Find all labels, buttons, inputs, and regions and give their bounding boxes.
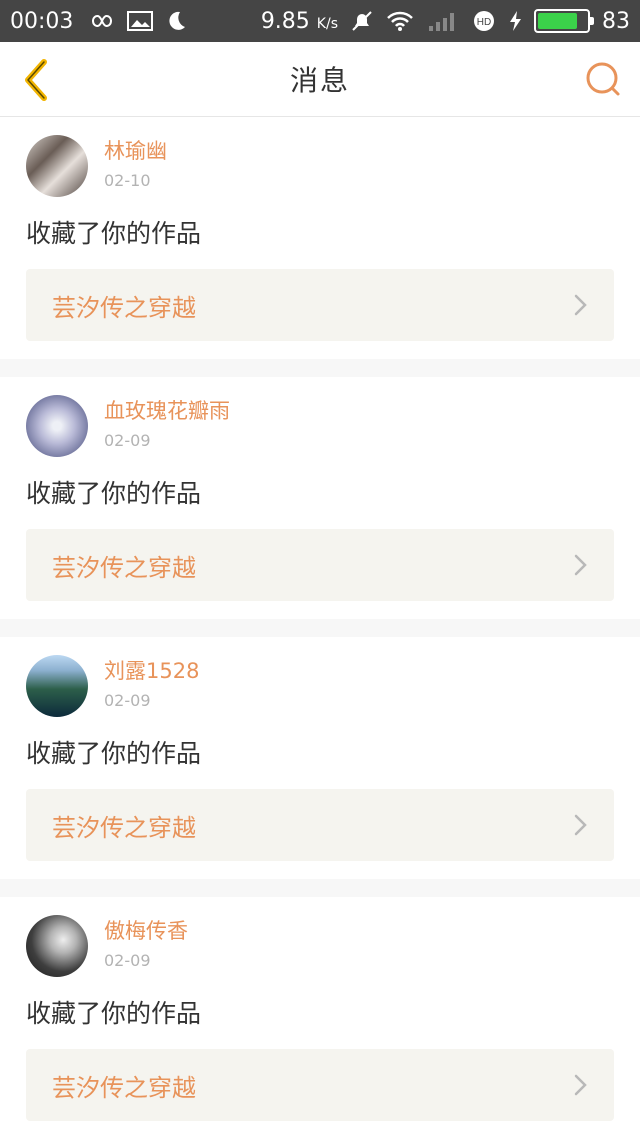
work-title: 芸汐传之穿越 xyxy=(52,1073,196,1102)
search-button[interactable] xyxy=(584,60,624,100)
message-header: 刘露1528 02-09 xyxy=(26,655,614,717)
message-date: 02-09 xyxy=(104,431,151,450)
message-date: 02-10 xyxy=(104,171,151,190)
avatar[interactable] xyxy=(26,655,88,717)
action-text: 收藏了你的作品 xyxy=(26,999,202,1028)
divider xyxy=(0,359,640,377)
battery-level: 83 xyxy=(602,8,630,34)
chevron-left-icon xyxy=(25,59,47,101)
divider xyxy=(0,879,640,897)
avatar[interactable] xyxy=(26,915,88,977)
user-meta: 血玫瑰花瓣雨 02-09 xyxy=(104,397,230,455)
battery-icon xyxy=(534,9,594,33)
signal-icon xyxy=(426,10,460,32)
message-header: 林瑜幽 02-10 xyxy=(26,135,614,197)
chevron-right-icon xyxy=(574,814,587,836)
avatar[interactable] xyxy=(26,135,88,197)
message-item: 血玫瑰花瓣雨 02-09 收藏了你的作品 芸汐传之穿越 xyxy=(0,377,640,619)
message-header: 血玫瑰花瓣雨 02-09 xyxy=(26,395,614,457)
back-button[interactable] xyxy=(18,58,58,102)
action-text: 收藏了你的作品 xyxy=(26,739,202,768)
infinity-icon xyxy=(85,12,115,30)
work-card[interactable]: 芸汐传之穿越 xyxy=(26,789,614,861)
status-time: 00:03 xyxy=(10,8,74,34)
network-speed-value: 9.85 xyxy=(260,8,310,34)
user-meta: 刘露1528 02-09 xyxy=(104,657,199,715)
chevron-right-icon xyxy=(574,294,587,316)
user-name[interactable]: 血玫瑰花瓣雨 xyxy=(104,397,230,425)
status-left: 00:03 xyxy=(10,9,199,34)
message-item: 傲梅传香 02-09 收藏了你的作品 芸汐传之穿越 xyxy=(0,897,640,1139)
action-text: 收藏了你的作品 xyxy=(26,219,202,248)
work-card[interactable]: 芸汐传之穿越 xyxy=(26,529,614,601)
chevron-right-icon xyxy=(574,1074,587,1096)
chevron-right-icon xyxy=(574,554,587,576)
nav-bar: 消息 xyxy=(0,42,640,117)
message-date: 02-09 xyxy=(104,691,151,710)
message-list: 林瑜幽 02-10 收藏了你的作品 芸汐传之穿越 血玫瑰花瓣雨 02-09 收藏… xyxy=(0,117,640,1139)
message-date: 02-09 xyxy=(104,951,151,970)
page-title: 消息 xyxy=(289,64,350,97)
network-speed-unit: K/s xyxy=(316,15,338,32)
battery-fill xyxy=(538,13,578,29)
action-text: 收藏了你的作品 xyxy=(26,479,202,508)
message-header: 傲梅传香 02-09 xyxy=(26,915,614,977)
svg-text:HD: HD xyxy=(477,17,491,28)
network-speed: 9.85 K/s xyxy=(261,9,338,34)
search-icon xyxy=(586,62,620,96)
work-title: 芸汐传之穿越 xyxy=(52,813,196,842)
user-name[interactable]: 刘露1528 xyxy=(104,657,199,685)
mute-icon xyxy=(350,10,374,32)
image-icon xyxy=(127,10,154,32)
charging-icon xyxy=(508,10,522,32)
work-card[interactable]: 芸汐传之穿越 xyxy=(26,1049,614,1121)
work-title: 芸汐传之穿越 xyxy=(52,553,196,582)
work-card[interactable]: 芸汐传之穿越 xyxy=(26,269,614,341)
user-name[interactable]: 林瑜幽 xyxy=(104,137,167,165)
status-bar: 00:03 9.85 K/s HD 83 xyxy=(0,0,640,42)
avatar[interactable] xyxy=(26,395,88,457)
moon-icon xyxy=(165,10,187,32)
message-item: 刘露1528 02-09 收藏了你的作品 芸汐传之穿越 xyxy=(0,637,640,879)
work-title: 芸汐传之穿越 xyxy=(52,293,196,322)
divider xyxy=(0,619,640,637)
user-name[interactable]: 傲梅传香 xyxy=(104,917,188,945)
wifi-icon xyxy=(386,10,414,32)
user-meta: 傲梅传香 02-09 xyxy=(104,917,188,975)
message-item: 林瑜幽 02-10 收藏了你的作品 芸汐传之穿越 xyxy=(0,117,640,359)
hd-icon: HD xyxy=(472,9,496,33)
status-right: 9.85 K/s HD 83 xyxy=(249,9,630,34)
user-meta: 林瑜幽 02-10 xyxy=(104,137,167,195)
